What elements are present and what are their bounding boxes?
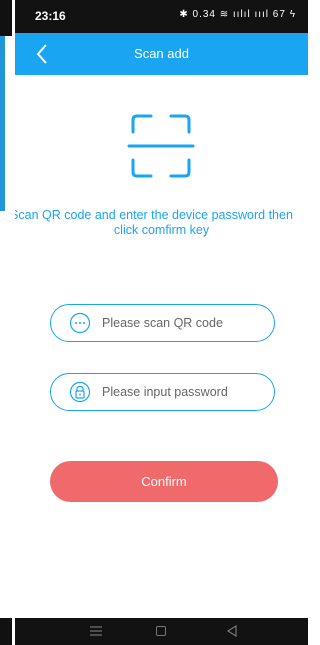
status-time: 23:16 xyxy=(35,9,66,23)
status-bar: 23:16 ✱ 0.34 ≋ ıılıl ıııl 67 ϟ xyxy=(15,0,308,33)
menu-icon[interactable] xyxy=(90,626,102,636)
previous-screen-edge xyxy=(0,0,12,645)
page-title: Scan add xyxy=(134,46,189,61)
instruction-text: Scan QR code and enter the device passwo… xyxy=(15,208,308,238)
previous-screen-accent xyxy=(0,36,5,211)
previous-screen-nav-bar xyxy=(0,618,12,645)
password-field[interactable]: Please input password xyxy=(50,373,275,411)
password-placeholder: Please input password xyxy=(102,385,228,399)
status-icons: ✱ 0.34 ≋ ıılıl ıııl 67 ϟ xyxy=(179,9,296,20)
instruction-line-2: click comfirm key xyxy=(113,223,210,237)
phone-screen: 23:16 ✱ 0.34 ≋ ıılıl ıııl 67 ϟ Scan add … xyxy=(15,0,308,645)
lock-icon xyxy=(69,381,91,403)
qr-code-placeholder: Please scan QR code xyxy=(102,316,223,330)
confirm-button[interactable]: Confirm xyxy=(50,461,278,502)
app-bar: Scan add xyxy=(15,33,308,75)
qr-scan-icon xyxy=(127,114,195,178)
system-nav-bar xyxy=(15,618,308,645)
qr-code-field[interactable]: Please scan QR code xyxy=(50,304,275,342)
dots-circle-icon xyxy=(69,312,91,334)
back-triangle-icon[interactable] xyxy=(226,625,238,637)
instruction-line-1: Scan QR code and enter the device passwo… xyxy=(15,208,293,222)
previous-screen-status-bar xyxy=(0,0,12,36)
home-icon[interactable] xyxy=(156,626,166,636)
